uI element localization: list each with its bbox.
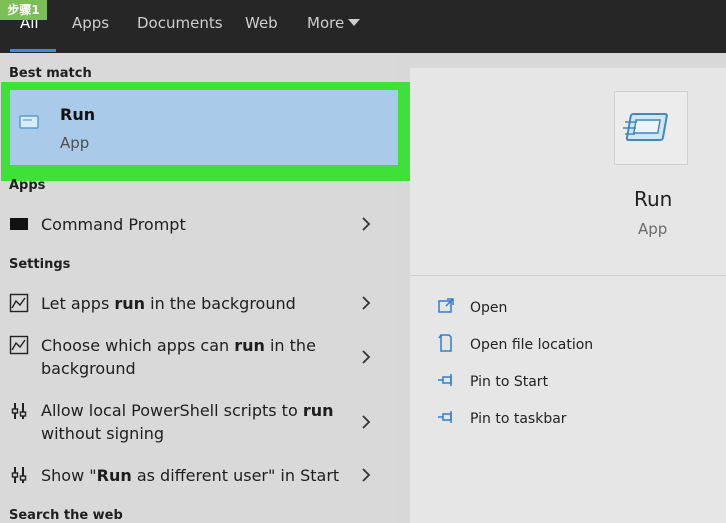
best-match-subtitle: App	[60, 134, 90, 152]
file-location-icon	[438, 334, 452, 352]
divider	[410, 275, 726, 276]
tab-web[interactable]: Web	[245, 14, 278, 32]
open-file-location-label: Open file location	[470, 337, 594, 353]
run-app-icon	[19, 115, 39, 129]
open-icon	[438, 298, 454, 313]
developer-settings-icon	[11, 403, 27, 419]
pin-icon	[438, 374, 452, 386]
run-icon	[623, 113, 668, 141]
chevron-right-icon[interactable]	[360, 295, 372, 311]
run-app-icon	[614, 91, 688, 165]
best-match-title: Run	[60, 105, 96, 124]
pin-to-taskbar-label: Pin to taskbar	[470, 411, 567, 427]
tab-documents[interactable]: Documents	[137, 14, 223, 32]
chevron-right-icon[interactable]	[360, 216, 372, 232]
pin-icon	[438, 411, 452, 423]
chevron-right-icon[interactable]	[360, 414, 372, 430]
apps-heading: Apps	[9, 178, 46, 193]
background-apps-icon	[9, 335, 29, 355]
chevron-right-icon[interactable]	[360, 467, 372, 483]
list-item-label: Show "Run as different user" in Start	[41, 466, 340, 485]
detail-title: Run	[634, 187, 673, 211]
list-item-label: Allow local PowerShell scripts to run wi…	[41, 401, 334, 443]
best-match-heading: Best match	[9, 66, 92, 81]
chevron-down-icon[interactable]	[348, 19, 360, 26]
best-match-item[interactable]	[10, 90, 398, 165]
tab-apps[interactable]: Apps	[72, 14, 109, 32]
list-item-label: Choose which apps can run in the backgro…	[41, 336, 316, 378]
developer-settings-icon	[11, 467, 27, 483]
settings-heading: Settings	[9, 257, 71, 272]
open-label: Open	[470, 300, 508, 316]
pin-to-start-label: Pin to Start	[470, 374, 549, 390]
list-item-label: Command Prompt	[41, 215, 186, 234]
step-badge: 步骤1	[0, 0, 47, 20]
active-tab-indicator	[10, 49, 56, 52]
search-web-heading: Search the web	[9, 508, 123, 523]
list-item-label: Let apps run in the background	[41, 294, 296, 313]
command-prompt-icon	[10, 218, 28, 230]
detail-subtitle: App	[638, 220, 668, 238]
background-apps-icon	[9, 293, 29, 313]
tab-more[interactable]: More	[307, 14, 344, 32]
chevron-right-icon[interactable]	[360, 349, 372, 365]
